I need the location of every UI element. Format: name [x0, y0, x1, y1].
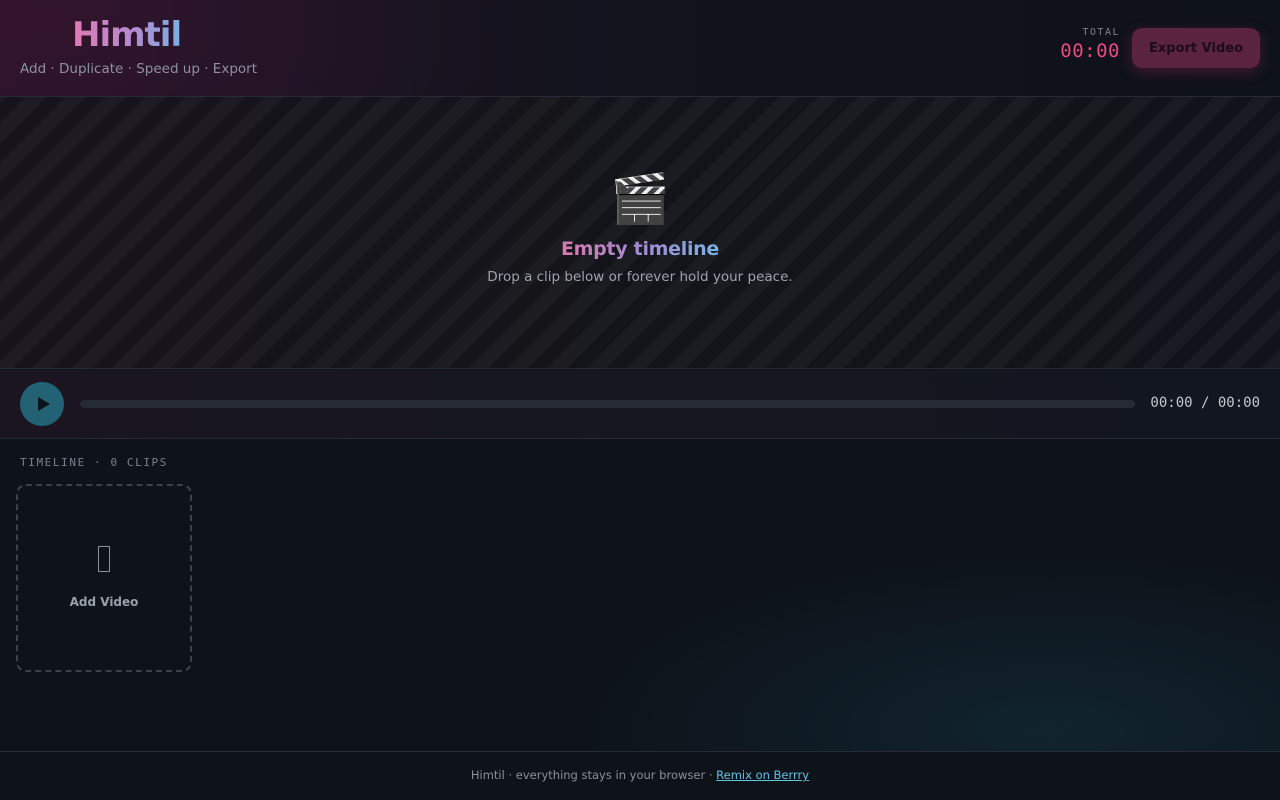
app-logo: Himtil [72, 15, 182, 55]
timeline-label: TIMELINE · 0 CLIPS [20, 456, 169, 469]
add-video-icon [18, 546, 190, 576]
missing-glyph-icon [98, 546, 110, 572]
add-video-label: Add Video [69, 595, 139, 609]
app-footer: Himtil · everything stays in your browse… [0, 751, 1280, 800]
total-duration: TOTAL 00:00 [1060, 27, 1120, 62]
empty-state-subtitle: Drop a clip below or forever hold your p… [487, 269, 793, 285]
play-icon [37, 397, 50, 411]
app-header: Himtil Add · Duplicate · Speed up · Expo… [0, 0, 1280, 97]
app-tagline: Add · Duplicate · Speed up · Export [20, 61, 258, 77]
time-readout: 00:00 / 00:00 [1150, 395, 1260, 411]
app-root: Himtil Add · Duplicate · Speed up · Expo… [0, 0, 1280, 800]
clapperboard-icon: 🎬 [610, 171, 670, 227]
export-video-button[interactable]: Export Video [1132, 28, 1260, 68]
add-video-button[interactable]: Add Video [16, 484, 192, 672]
total-value: 00:00 [1060, 40, 1120, 62]
remix-link[interactable]: Remix on Berrry [716, 768, 809, 782]
timeline: TIMELINE · 0 CLIPS Add Video [0, 439, 1280, 751]
preview-stage: 🎬 Empty timeline Drop a clip below or fo… [0, 97, 1280, 369]
footer-text: Himtil · everything stays in your browse… [0, 768, 1280, 782]
footer-note: Himtil · everything stays in your browse… [470, 768, 717, 782]
empty-state-title-text: Empty timeline [561, 238, 719, 260]
empty-state-title: Empty timeline [0, 238, 1280, 260]
play-button[interactable] [20, 382, 64, 426]
scrubber-track[interactable] [80, 400, 1135, 408]
player-bar: 00:00 / 00:00 [0, 370, 1280, 439]
total-label: TOTAL [1082, 27, 1120, 38]
